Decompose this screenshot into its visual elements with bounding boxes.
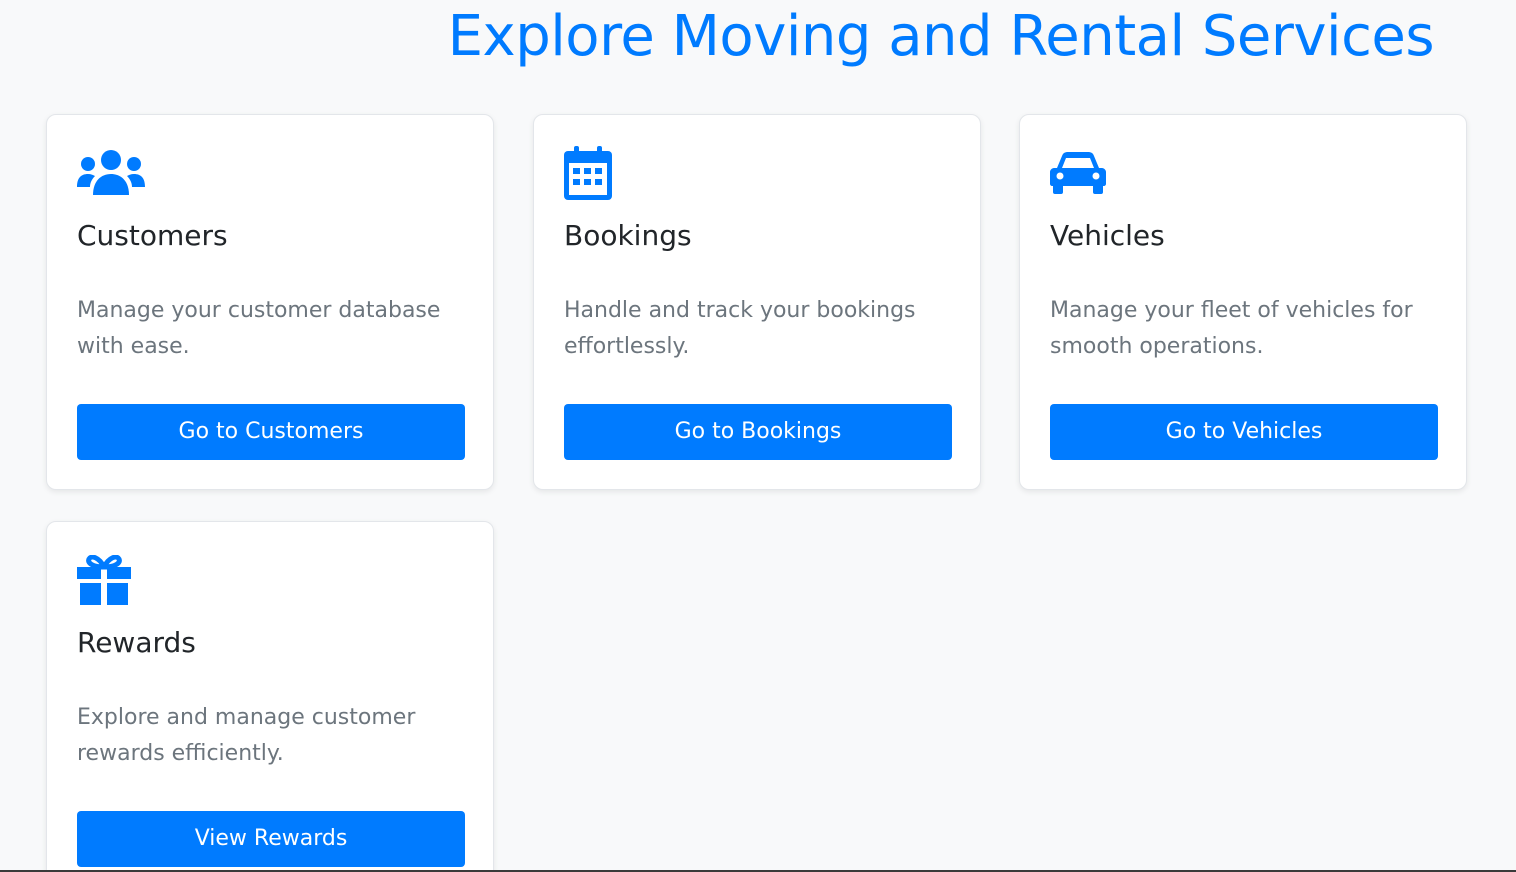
card-bookings: Bookings Handle and track your bookings … [533, 114, 981, 490]
card-description: Handle and track your bookings effortles… [564, 298, 916, 359]
card-vehicles: Vehicles Manage your fleet of vehicles f… [1019, 114, 1467, 490]
card-title: Vehicles [1050, 219, 1165, 252]
card-description: Manage your fleet of vehicles for smooth… [1050, 298, 1413, 359]
card-description: Manage your customer database with ease. [77, 298, 441, 359]
calendar-icon [564, 145, 612, 201]
gift-icon [77, 552, 131, 608]
go-to-vehicles-button[interactable]: Go to Vehicles [1050, 404, 1438, 460]
card-rewards: Rewards Explore and manage customer rewa… [46, 521, 494, 872]
card-title: Customers [77, 219, 228, 252]
card-description: Explore and manage customer rewards effi… [77, 705, 416, 766]
view-rewards-button[interactable]: View Rewards [77, 811, 465, 867]
users-icon [77, 145, 145, 201]
car-icon [1050, 145, 1106, 201]
card-customers: Customers Manage your customer database … [46, 114, 494, 490]
page: Explore Moving and Rental Services Custo… [0, 0, 1516, 872]
go-to-customers-button[interactable]: Go to Customers [77, 404, 465, 460]
page-title: Explore Moving and Rental Services [447, 4, 1435, 69]
card-title: Rewards [77, 626, 196, 659]
card-title: Bookings [564, 219, 692, 252]
go-to-bookings-button[interactable]: Go to Bookings [564, 404, 952, 460]
